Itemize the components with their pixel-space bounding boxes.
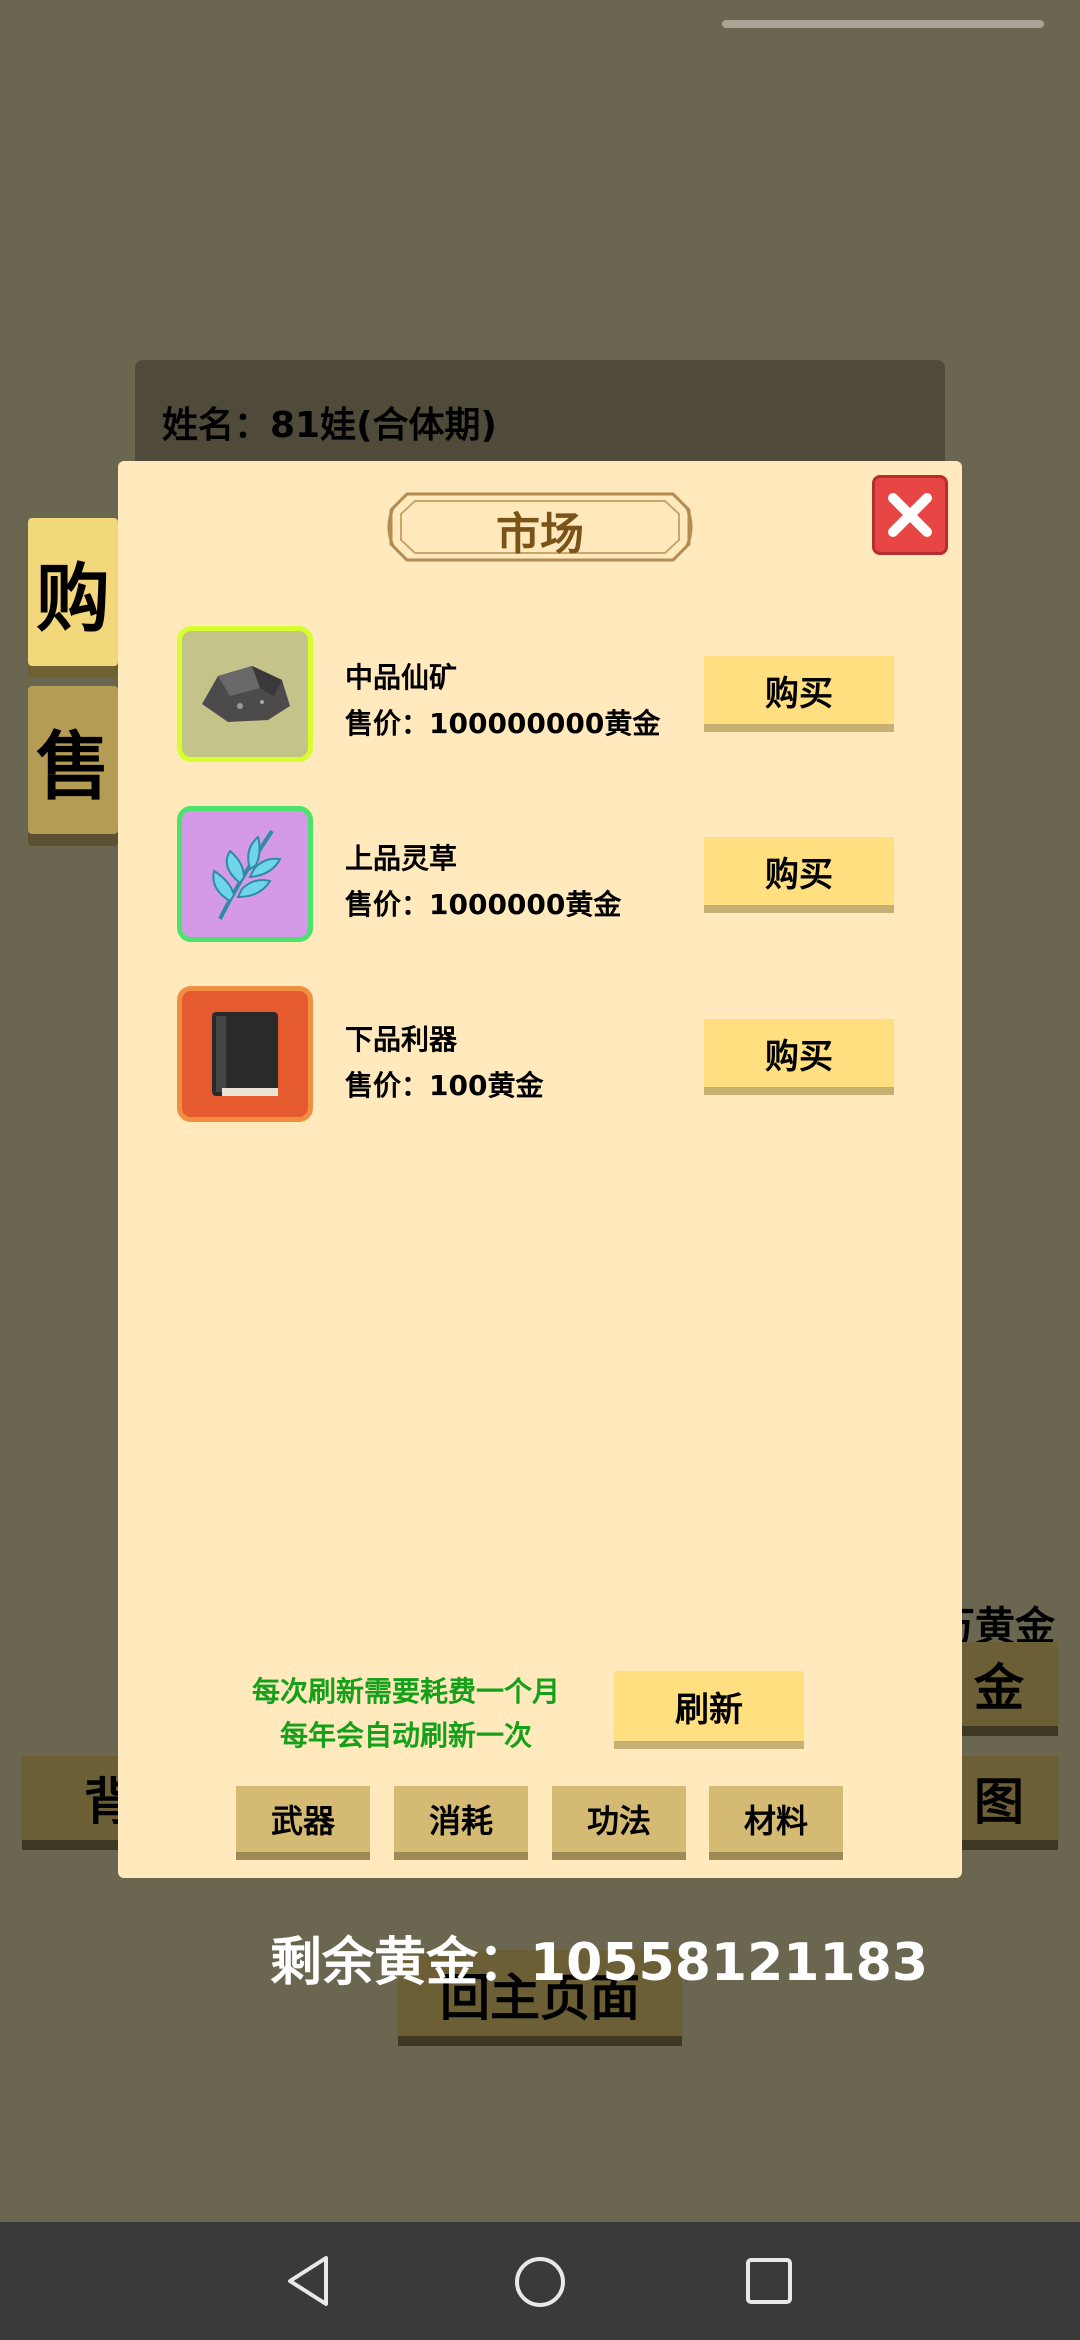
ore-icon	[177, 626, 313, 762]
category-technique[interactable]: 功法	[552, 1786, 686, 1852]
category-material[interactable]: 材料	[709, 1786, 843, 1852]
item-name: 中品仙矿	[345, 661, 458, 694]
market-title: 市场	[496, 509, 584, 560]
close-button[interactable]	[872, 475, 948, 555]
tab-sell[interactable]: 售	[28, 686, 118, 834]
book-icon	[177, 986, 313, 1122]
tab-buy[interactable]: 购	[28, 518, 118, 666]
recents-icon[interactable]	[744, 2256, 794, 2306]
item-price: 售价：1000000黄金	[345, 888, 622, 921]
buy-button[interactable]: 购买	[704, 837, 894, 905]
refresh-note-2: 每年会自动刷新一次	[279, 1719, 532, 1752]
home-icon[interactable]	[512, 2254, 568, 2310]
buy-button[interactable]: 购买	[704, 656, 894, 724]
gold-remaining: 剩余黄金：10558121183	[270, 1933, 928, 1993]
buy-button[interactable]: 购买	[704, 1019, 894, 1087]
herb-icon	[177, 806, 313, 942]
player-name: 姓名：81娃(合体期)	[162, 405, 498, 446]
item-name: 上品灵草	[345, 842, 458, 875]
status-indicator	[722, 20, 1044, 28]
close-icon	[888, 493, 932, 537]
category-consumable[interactable]: 消耗	[394, 1786, 528, 1852]
refresh-button[interactable]: 刷新	[614, 1671, 804, 1741]
back-icon[interactable]	[282, 2252, 334, 2310]
category-weapon[interactable]: 武器	[236, 1786, 370, 1852]
item-name: 下品利器	[345, 1023, 458, 1056]
item-price: 售价：100黄金	[345, 1069, 544, 1102]
item-price: 售价：100000000黄金	[345, 707, 661, 740]
refresh-note-1: 每次刷新需要耗费一个月	[251, 1675, 560, 1708]
